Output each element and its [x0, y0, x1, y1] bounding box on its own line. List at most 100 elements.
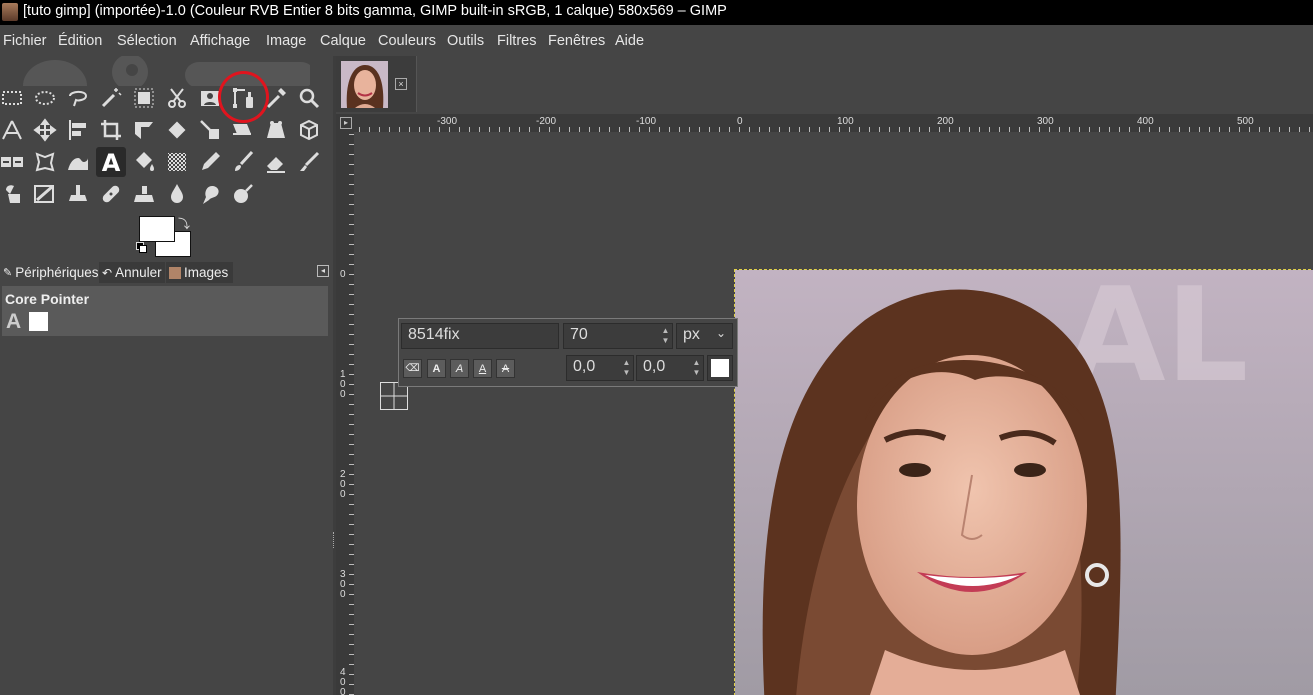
menu-aide[interactable]: Aide: [615, 33, 644, 49]
smudge-icon[interactable]: [195, 179, 225, 209]
spin-down-icon[interactable]: ▼: [622, 368, 631, 377]
shear-icon[interactable]: [228, 115, 258, 145]
close-tab-icon[interactable]: ×: [395, 78, 407, 90]
toolbox-dock: A ⤵ ✎ Périphériques ↶ Annuler Images ◂ C…: [0, 56, 333, 695]
menu-fichier[interactable]: Fichier: [3, 33, 47, 49]
scale-icon[interactable]: [195, 115, 225, 145]
device-color-swatch: [29, 312, 48, 331]
ruler-label: 300: [340, 569, 346, 600]
underline-button[interactable]: A: [473, 359, 492, 378]
eraser-icon[interactable]: [261, 147, 291, 177]
dodge-burn-icon[interactable]: [228, 179, 258, 209]
image-tab[interactable]: ×: [336, 56, 417, 112]
tab-annuler[interactable]: ↶ Annuler: [99, 262, 165, 283]
rotate-icon[interactable]: [162, 115, 192, 145]
menu-edition[interactable]: Édition: [58, 33, 102, 49]
ruler-label: -300: [437, 116, 458, 127]
default-colors-icon[interactable]: [136, 242, 147, 253]
italic-button[interactable]: A: [450, 359, 469, 378]
baseline-field[interactable]: 0,0 ▲ ▼: [566, 355, 634, 381]
heal-icon[interactable]: [96, 179, 126, 209]
ruler-label: -100: [636, 116, 657, 127]
core-pointer-panel[interactable]: Core Pointer A: [2, 286, 328, 336]
svg-text:A: A: [102, 150, 121, 174]
underline-icon: A: [478, 362, 487, 375]
bold-icon: A: [432, 362, 441, 375]
clone-icon[interactable]: [63, 179, 93, 209]
strikethrough-button[interactable]: A: [496, 359, 515, 378]
text-color-swatch: [711, 359, 729, 377]
menu-calque[interactable]: Calque: [320, 33, 366, 49]
swap-colors-icon[interactable]: ⤵: [178, 215, 190, 232]
measure-icon[interactable]: [0, 115, 27, 145]
font-size-value: 70: [570, 326, 588, 343]
perspective-icon[interactable]: [261, 115, 291, 145]
text-color-button[interactable]: [707, 355, 733, 381]
tab-peripheriques[interactable]: ✎ Périphériques: [0, 262, 99, 283]
pencil-icon[interactable]: [195, 147, 225, 177]
select-by-color-icon[interactable]: [129, 83, 159, 113]
ruler-ticks-top: [359, 127, 1310, 132]
title-bar: [tuto gimp] (importée)-1.0 (Couleur RVB …: [0, 0, 1313, 25]
clear-style-button[interactable]: ⌫: [403, 359, 422, 378]
3d-transform-icon[interactable]: [294, 115, 324, 145]
font-size-field[interactable]: 70 ▲ ▼: [563, 323, 673, 349]
cage-icon[interactable]: [30, 147, 60, 177]
menu-fenetres[interactable]: Fenêtres: [548, 33, 605, 49]
scissors-select-icon[interactable]: [162, 83, 192, 113]
blur-icon[interactable]: [162, 179, 192, 209]
spin-up-icon[interactable]: ▲: [692, 358, 701, 367]
fuzzy-select-icon[interactable]: [96, 83, 126, 113]
image-tabs: ×: [336, 56, 1313, 114]
zoom-icon[interactable]: [294, 83, 324, 113]
align-icon[interactable]: [63, 115, 93, 145]
tab-images[interactable]: Images: [166, 262, 233, 283]
menu-couleurs[interactable]: Couleurs: [378, 33, 436, 49]
move-icon[interactable]: [30, 115, 60, 145]
free-select-icon[interactable]: [63, 83, 93, 113]
crop-icon[interactable]: [96, 115, 126, 145]
bold-button[interactable]: A: [427, 359, 446, 378]
spin-down-icon[interactable]: ▼: [661, 336, 670, 345]
menu-affichage[interactable]: Affichage: [190, 33, 250, 49]
image-thumbnail: [341, 61, 388, 108]
menu-selection[interactable]: Sélection: [117, 33, 177, 49]
undo-icon: ↶: [102, 265, 113, 280]
airbrush-icon[interactable]: [294, 147, 324, 177]
spin-down-icon[interactable]: ▼: [692, 368, 701, 377]
warp-icon[interactable]: [63, 147, 93, 177]
vertical-ruler[interactable]: 0 100 200 300 400: [336, 132, 354, 695]
font-field[interactable]: 8514fix: [401, 323, 559, 349]
dock-menu-icon[interactable]: ◂: [317, 265, 329, 277]
ruler-label: 100: [837, 116, 854, 127]
spin-up-icon[interactable]: ▲: [661, 326, 670, 335]
flip-icon[interactable]: [0, 147, 27, 177]
menu-filtres[interactable]: Filtres: [497, 33, 536, 49]
kerning-field[interactable]: 0,0 ▲ ▼: [636, 355, 704, 381]
strikethrough-icon: A: [501, 362, 510, 375]
image-layer[interactable]: AL: [734, 269, 1313, 695]
mypaint-brush-icon[interactable]: [30, 179, 60, 209]
menu-image[interactable]: Image: [266, 33, 306, 49]
baseline-value: 0,0: [573, 358, 596, 375]
paintbrush-icon[interactable]: [228, 147, 258, 177]
foreground-color-swatch[interactable]: [139, 216, 175, 242]
image-canvas[interactable]: AL: [354, 132, 1313, 695]
spin-up-icon[interactable]: ▲: [622, 358, 631, 367]
horizontal-ruler[interactable]: ▸ -300 -200 -100 0 100 200 300 400 500: [336, 114, 1313, 132]
image-thumbnail-icon: [2, 3, 18, 21]
ruler-label: 100: [340, 369, 346, 400]
ellipse-select-icon[interactable]: [30, 83, 60, 113]
text-icon[interactable]: A: [96, 147, 126, 177]
unified-transform-icon[interactable]: [129, 115, 159, 145]
bucket-fill-icon[interactable]: [129, 147, 159, 177]
tab-label: Annuler: [115, 265, 162, 280]
clear-icon: ⌫: [405, 363, 420, 374]
menu-outils[interactable]: Outils: [447, 33, 484, 49]
perspective-clone-icon[interactable]: [129, 179, 159, 209]
ink-icon[interactable]: [0, 179, 27, 209]
wilber-logo: [10, 56, 310, 86]
gradient-icon[interactable]: [162, 147, 192, 177]
rect-select-icon[interactable]: [0, 83, 27, 113]
unit-select[interactable]: px ⌄: [676, 323, 733, 349]
